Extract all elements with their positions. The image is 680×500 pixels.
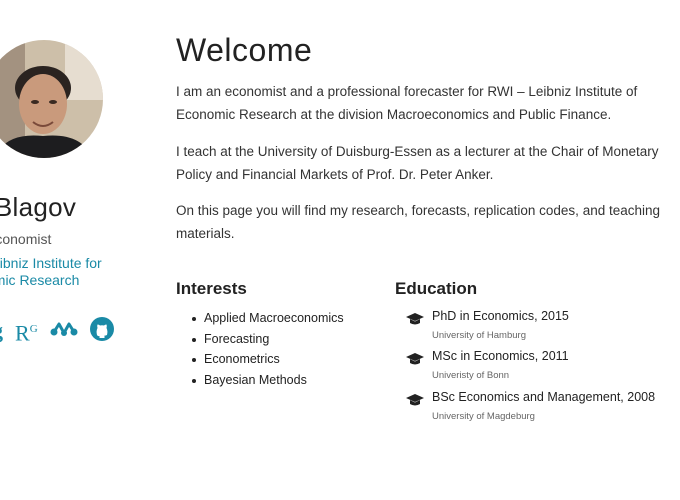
graduation-cap-icon [406, 312, 424, 326]
researchgate-g: G [29, 322, 38, 335]
interests-heading: Interests [176, 279, 247, 298]
affiliation-line-2: omic Research [0, 272, 80, 288]
bio-paragraph: On this page you will find my research, … [176, 203, 661, 241]
google-scholar-icon[interactable]: g [0, 320, 3, 342]
affiliation-link[interactable]: eibniz Institute for omic Research [0, 255, 132, 289]
interest-item: Bayesian Methods [190, 370, 344, 391]
interest-item: Econometrics [190, 349, 344, 370]
degree: PhD in Economics, 2015 [432, 309, 569, 323]
institution: University of Magdeburg [432, 411, 535, 422]
degree: MSc in Economics, 2011 [432, 349, 569, 363]
github-icon[interactable] [89, 316, 114, 346]
institution: Univeristy of Bonn [432, 370, 510, 381]
education-heading: Education [395, 279, 478, 298]
graduation-cap-icon [406, 393, 424, 407]
interests-list: Applied Macroeconomics Forecasting Econo… [190, 308, 344, 390]
avatar [0, 40, 103, 158]
graduation-cap-icon [406, 352, 424, 366]
researchgate-icon[interactable]: RG [15, 318, 38, 344]
profile-name: is Blagov [0, 192, 77, 222]
mendeley-icon[interactable] [50, 321, 78, 342]
profile-role: Economist [0, 231, 52, 247]
interest-item: Forecasting [190, 329, 344, 350]
affiliation-line-1: eibniz Institute for [0, 255, 102, 271]
social-links: g RG [0, 316, 114, 346]
researchgate-r: R [15, 320, 30, 346]
interest-item: Applied Macroeconomics [190, 308, 344, 329]
institution: University of Hamburg [432, 330, 526, 341]
page-title: Welcome [176, 32, 313, 68]
degree: BSc Economics and Management, 2008 [432, 390, 656, 404]
bio-paragraph: I teach at the University of Duisburg-Es… [176, 144, 659, 182]
bio-paragraph: I am an economist and a professional for… [176, 84, 638, 122]
